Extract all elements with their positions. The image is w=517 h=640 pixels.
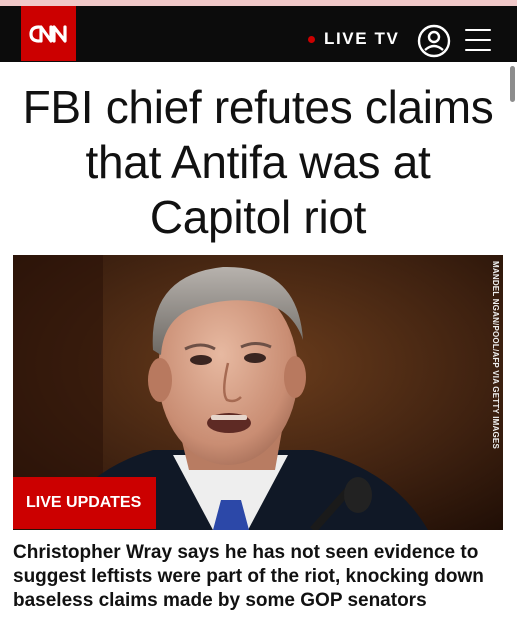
- live-tv-link[interactable]: LIVE TV: [324, 28, 399, 50]
- live-updates-badge[interactable]: LIVE UPDATES: [13, 477, 156, 529]
- user-account-icon[interactable]: [417, 24, 451, 58]
- image-credit: MANDEL NGAN/POOL/AFP VIA GETTY IMAGES: [491, 261, 500, 450]
- cnn-logo[interactable]: [21, 6, 76, 61]
- hamburger-menu-icon[interactable]: [465, 26, 491, 54]
- top-navigation-bar: LIVE TV: [0, 6, 517, 62]
- live-indicator-dot: [308, 36, 315, 43]
- article-headline[interactable]: FBI chief refutes claims that Antifa was…: [14, 80, 502, 245]
- article-summary[interactable]: Christopher Wray says he has not seen ev…: [13, 541, 508, 613]
- cnn-logo-mark: [28, 24, 67, 43]
- page-scrollbar[interactable]: [510, 66, 515, 102]
